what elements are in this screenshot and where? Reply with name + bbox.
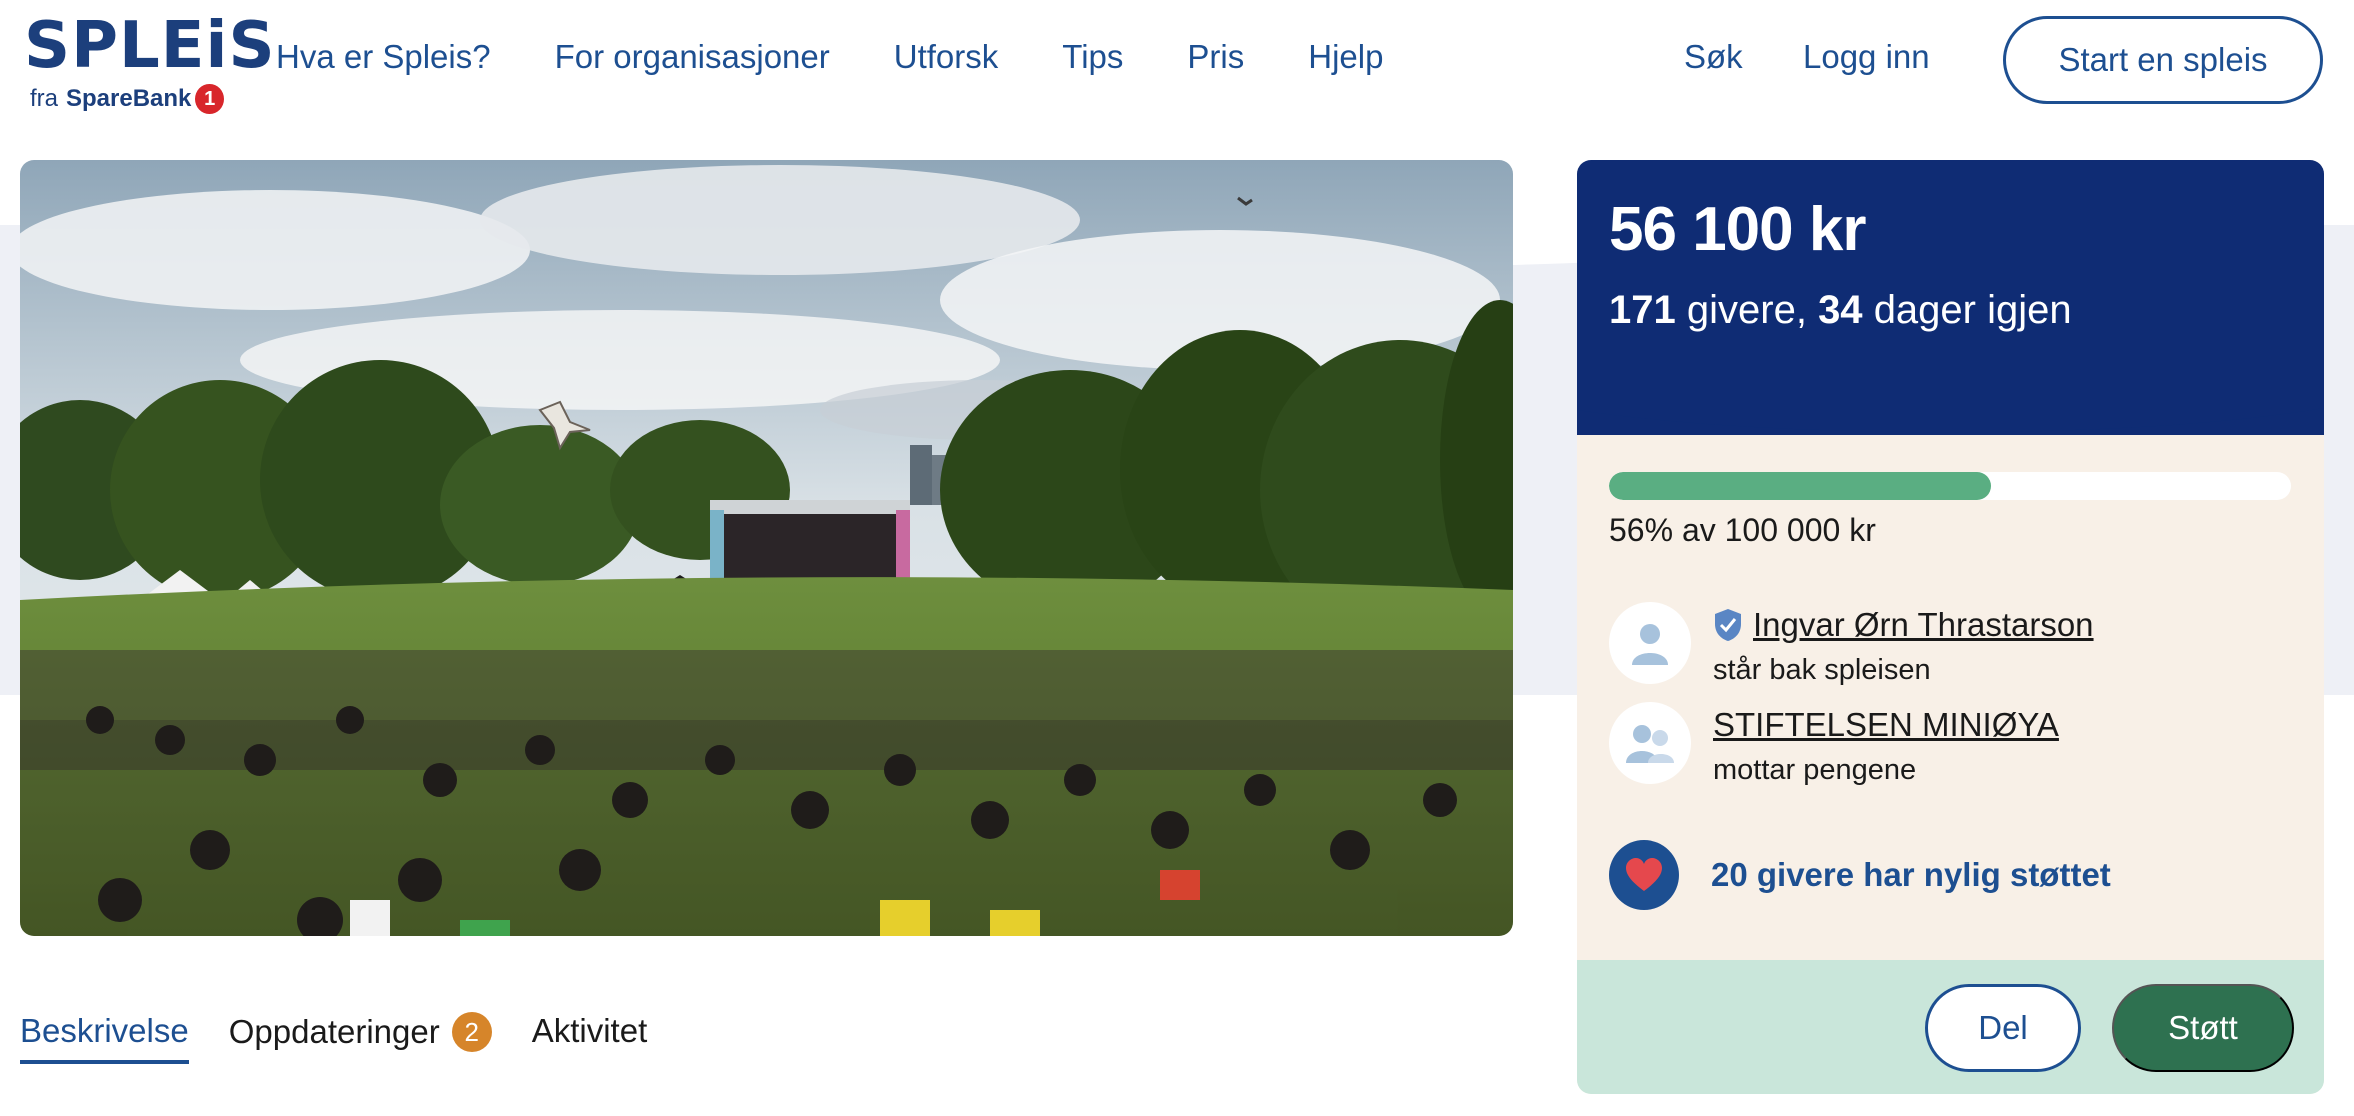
- days-count: 34: [1818, 288, 1863, 332]
- days-text: dager igjen: [1873, 288, 2072, 332]
- festival-crowd-photo: [20, 160, 1513, 936]
- tab-aktivitet-label: Aktivitet: [531, 1012, 648, 1049]
- shield-check-icon: [1713, 608, 1743, 642]
- recipient-info: STIFTELSEN MINIØYA mottar pengene: [1713, 706, 2059, 787]
- login-link[interactable]: Logg inn: [1803, 38, 1930, 76]
- tab-oppdateringer-label: Oppdateringer: [228, 1013, 440, 1050]
- content-tabs: Beskrivelse Oppdateringer 2 Aktivitet: [20, 1012, 687, 1072]
- progress-bar: [1609, 472, 2291, 500]
- nav-item-hjelp[interactable]: Hjelp: [1308, 38, 1383, 76]
- recent-supporters-text: 20 givere har nylig støttet: [1711, 856, 2111, 893]
- owner-name-link[interactable]: Ingvar Ørn Thrastarson: [1713, 606, 2094, 644]
- person-icon: [1609, 602, 1691, 684]
- sparebank-one-icon: 1: [195, 84, 224, 114]
- group-icon: [1609, 702, 1691, 784]
- tab-oppdateringer[interactable]: Oppdateringer 2: [229, 1012, 492, 1062]
- givers-count: 171: [1609, 288, 1676, 332]
- site-header: SPLEiS fra SpareBank 1 Hva er Spleis? Fo…: [0, 0, 2354, 125]
- nav-item-utforsk[interactable]: Utforsk: [894, 38, 999, 76]
- recent-supporters-link[interactable]: 20 givere har nylig støttet: [1609, 840, 2111, 910]
- recipient-name: STIFTELSEN MINIØYA: [1713, 706, 2059, 743]
- givers-text: givere,: [1686, 288, 1807, 332]
- progress-bar-fill: [1609, 472, 1991, 500]
- start-spleis-button[interactable]: Start en spleis: [2003, 16, 2323, 104]
- nav-item-for-organisasjoner[interactable]: For organisasjoner: [555, 38, 830, 76]
- share-button[interactable]: Del: [1925, 984, 2081, 1072]
- recipient-name-link[interactable]: STIFTELSEN MINIØYA: [1713, 706, 2059, 744]
- nav-item-pris[interactable]: Pris: [1187, 38, 1244, 76]
- support-button[interactable]: Støtt: [2112, 984, 2294, 1072]
- main-nav: Hva er Spleis? For organisasjoner Utfors…: [276, 38, 1447, 76]
- nav-item-tips[interactable]: Tips: [1062, 38, 1123, 76]
- spleis-logo[interactable]: SPLEiS fra SpareBank 1: [24, 9, 276, 124]
- recipient-role: mottar pengene: [1713, 754, 1917, 786]
- logo-wordmark: SPLEiS: [24, 9, 276, 83]
- logo-sub-bank: SpareBank: [66, 85, 192, 112]
- logo-subtitle: fra SpareBank 1: [30, 84, 224, 114]
- donation-summary-card: 56 100 kr 171 givere, 34 dager igjen 56%…: [1577, 160, 2324, 1094]
- recipient-row: STIFTELSEN MINIØYA mottar pengene: [1609, 702, 2059, 787]
- raised-amount: 56 100 kr: [1609, 195, 1866, 264]
- progress-text: 56% av 100 000 kr: [1609, 512, 1876, 548]
- tab-aktivitet[interactable]: Aktivitet: [532, 1012, 648, 1060]
- tab-beskrivelse[interactable]: Beskrivelse: [20, 1012, 189, 1064]
- card-actions: Del Støtt: [1577, 960, 2324, 1094]
- owner-name: Ingvar Ørn Thrastarson: [1753, 606, 2094, 643]
- heart-icon: [1609, 840, 1679, 910]
- nav-item-hva-er-spleis[interactable]: Hva er Spleis?: [276, 38, 491, 76]
- owner-role: står bak spleisen: [1713, 654, 1931, 686]
- owner-info: Ingvar Ørn Thrastarson står bak spleisen: [1713, 606, 2094, 687]
- owner-row: Ingvar Ørn Thrastarson står bak spleisen: [1609, 602, 2094, 687]
- tab-beskrivelse-label: Beskrivelse: [20, 1012, 189, 1049]
- summary-wave: [1577, 380, 2324, 433]
- logo-sub-prefix: fra: [30, 85, 59, 112]
- search-link[interactable]: Søk: [1684, 38, 1743, 76]
- updates-count-badge: 2: [451, 1012, 492, 1052]
- campaign-hero-image: [20, 160, 1513, 936]
- givers-and-days: 171 givere, 34 dager igjen: [1609, 288, 2072, 333]
